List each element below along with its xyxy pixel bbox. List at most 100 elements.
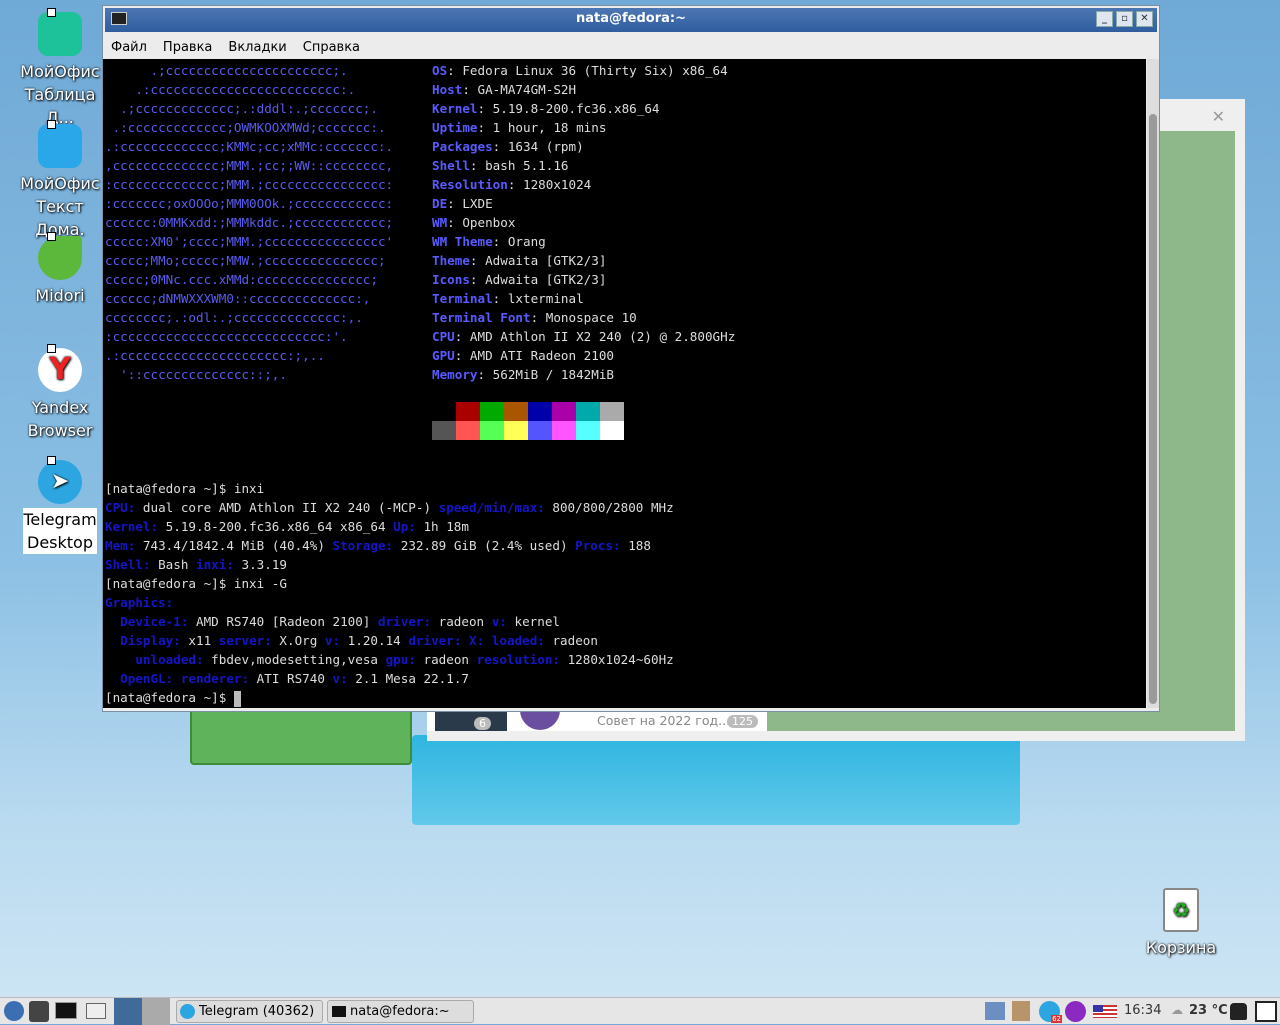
- info-label: Uptime: [432, 120, 478, 135]
- task-terminal[interactable]: nata@fedora:~: [327, 1000, 474, 1023]
- output-key: unloaded:: [135, 652, 204, 667]
- minimize-button[interactable]: _: [1096, 11, 1113, 27]
- lock-icon[interactable]: [1230, 1003, 1247, 1020]
- workspace-1[interactable]: [114, 998, 142, 1025]
- network-icon[interactable]: [985, 1002, 1005, 1020]
- app-tray-icon[interactable]: [1065, 1001, 1086, 1022]
- output-key: driver:: [408, 633, 462, 648]
- info-value: 1 hour, 18 mins: [492, 120, 607, 135]
- windows-icon[interactable]: [86, 1003, 106, 1019]
- output-key: CPU:: [105, 500, 136, 515]
- desktop-icon-yandex-browser[interactable]: Y Yandex Browser: [10, 344, 110, 442]
- info-value: 562MiB / 1842MiB: [492, 367, 614, 382]
- info-label: Terminal: [432, 291, 493, 306]
- info-value: LXDE: [462, 196, 493, 211]
- ascii-art-line: .:cccccccccccccccccccccc:;,..: [105, 348, 325, 363]
- weather-temperature[interactable]: 23 °C: [1189, 1003, 1228, 1018]
- terminal-window[interactable]: nata@fedora:~ _ ▫ ✕ Файл Правка Вкладки …: [102, 5, 1160, 712]
- ascii-art-line: cccccc;dNMWXXXWM0::cccccccccccccc:,: [105, 291, 371, 306]
- output-key: Kernel:: [105, 519, 159, 534]
- info-line: Memory: 562MiB / 1842MiB: [432, 367, 614, 382]
- menu-tabs[interactable]: Вкладки: [228, 40, 286, 55]
- output-key: gpu:: [385, 652, 416, 667]
- terminal-icon: [111, 12, 127, 25]
- output-text: 1.20.14: [340, 633, 409, 648]
- trash-icon: ♻: [1163, 888, 1199, 932]
- desktop-icon-trash[interactable]: ♻ Корзина: [1131, 888, 1231, 959]
- output-text: 188: [620, 538, 651, 553]
- ascii-art-line: cccccccc;.:odl:.;cccccccccccccc:,.: [105, 310, 363, 325]
- color-block: [432, 402, 456, 421]
- output-key: inxi:: [196, 557, 234, 572]
- desktop-icon-telegram[interactable]: ➤ Telegram Desktop: [10, 456, 110, 554]
- keyboard-layout-flag-icon[interactable]: [1093, 1005, 1117, 1018]
- output-key: Procs:: [575, 538, 621, 553]
- info-label: Icons: [432, 272, 470, 287]
- info-label: Packages: [432, 139, 493, 154]
- info-value: 5.19.8-200.fc36.x86_64: [492, 101, 660, 116]
- ascii-art-line: '::cccccccccccccc::;,.: [105, 367, 287, 382]
- menu-edit[interactable]: Правка: [163, 40, 212, 55]
- terminal-screen[interactable]: .;cccccccccccccccccccccc;. .:ccccccccccc…: [103, 59, 1146, 708]
- telegram-tray-icon[interactable]: 62: [1039, 1001, 1062, 1023]
- ascii-art-line: .:ccccccccccccc;OWMKOOXMWd;ccccccc:.: [105, 120, 386, 135]
- output-text: [nata@fedora ~]$ inxi: [105, 481, 265, 496]
- output-key: resolution:: [476, 652, 560, 667]
- terminal-launcher-icon[interactable]: [55, 1002, 77, 1019]
- info-line: Uptime: 1 hour, 18 mins: [432, 120, 607, 135]
- menu-help[interactable]: Справка: [303, 40, 360, 55]
- color-block: [456, 421, 480, 440]
- workspace-2[interactable]: [142, 998, 170, 1025]
- file-manager-icon[interactable]: [29, 1001, 49, 1022]
- info-label: Theme: [432, 253, 470, 268]
- info-line: WM: Openbox: [432, 215, 516, 230]
- color-block: [600, 421, 624, 440]
- info-label: GPU: [432, 348, 455, 363]
- ascii-art-line: .:ccccccccccccccccccccccccc:.: [105, 82, 356, 97]
- info-label: Resolution: [432, 177, 508, 192]
- output-text: ATI RS740: [249, 671, 333, 686]
- color-block: [576, 421, 600, 440]
- ascii-art-line: .;ccccccccccccc;.:dddl:.;ccccccc;.: [105, 101, 378, 116]
- output-text: Bash: [150, 557, 196, 572]
- output-line: [nata@fedora ~]$ inxi -G: [105, 574, 287, 593]
- desktop-icon-myoffice-text[interactable]: МойОфис Текст Дома.: [10, 120, 110, 241]
- color-block: [432, 421, 456, 440]
- output-line: Graphics:: [105, 593, 173, 612]
- scrollbar[interactable]: [1147, 59, 1159, 708]
- clipboard-icon[interactable]: [1012, 1001, 1030, 1021]
- scrollbar-thumb[interactable]: [1149, 114, 1157, 704]
- info-value: Openbox: [462, 215, 516, 230]
- telegram-icon: [180, 1004, 195, 1019]
- menu-file[interactable]: Файл: [111, 40, 147, 55]
- output-text: dual core AMD Athlon II X2 240 (-MCP-): [135, 500, 439, 515]
- logout-icon[interactable]: [1255, 1001, 1277, 1022]
- task-telegram[interactable]: Telegram (40362): [176, 1000, 323, 1023]
- ascii-art-line: ccccc;0MNc.ccc.xMMd:ccccccccccccccc;: [105, 272, 378, 287]
- info-label: OS: [432, 63, 448, 78]
- taskbar: Telegram (40362) nata@fedora:~ 62 16:34 …: [0, 997, 1280, 1025]
- close-icon[interactable]: ✕: [1212, 107, 1225, 126]
- telegram-icon: ➤: [38, 460, 82, 504]
- ascii-art-line: .;cccccccccccccccccccccc;.: [105, 63, 348, 78]
- color-block: [480, 421, 504, 440]
- output-text: 743.4/1842.4 MiB (40.4%): [135, 538, 333, 553]
- title-bar[interactable]: nata@fedora:~ _ ▫ ✕: [105, 8, 1157, 32]
- chat-list-item[interactable]: 6 Совет на 2022 год... 125: [427, 702, 767, 731]
- unread-badge: 6: [474, 717, 491, 730]
- ascii-art-line: .:ccccccccccccc;KMMc;cc;xMMc:ccccccc:.: [105, 139, 394, 154]
- desktop-icon-myoffice-table[interactable]: МойОфис Таблица Д...: [10, 8, 110, 129]
- fedora-menu-icon[interactable]: [4, 1001, 24, 1021]
- clock[interactable]: 16:34: [1124, 1003, 1161, 1018]
- info-line: DE: LXDE: [432, 196, 493, 211]
- color-block: [552, 402, 576, 421]
- close-button[interactable]: ✕: [1136, 11, 1153, 27]
- output-text: 800/800/2800 MHz: [544, 500, 674, 515]
- info-line: Theme: Adwaita [GTK2/3]: [432, 253, 607, 268]
- maximize-button[interactable]: ▫: [1116, 11, 1133, 27]
- output-text: radeon: [415, 652, 477, 667]
- desktop-icon-midori[interactable]: Midori: [10, 232, 110, 307]
- output-key: v:: [332, 671, 348, 686]
- output-key: Shell:: [105, 557, 151, 572]
